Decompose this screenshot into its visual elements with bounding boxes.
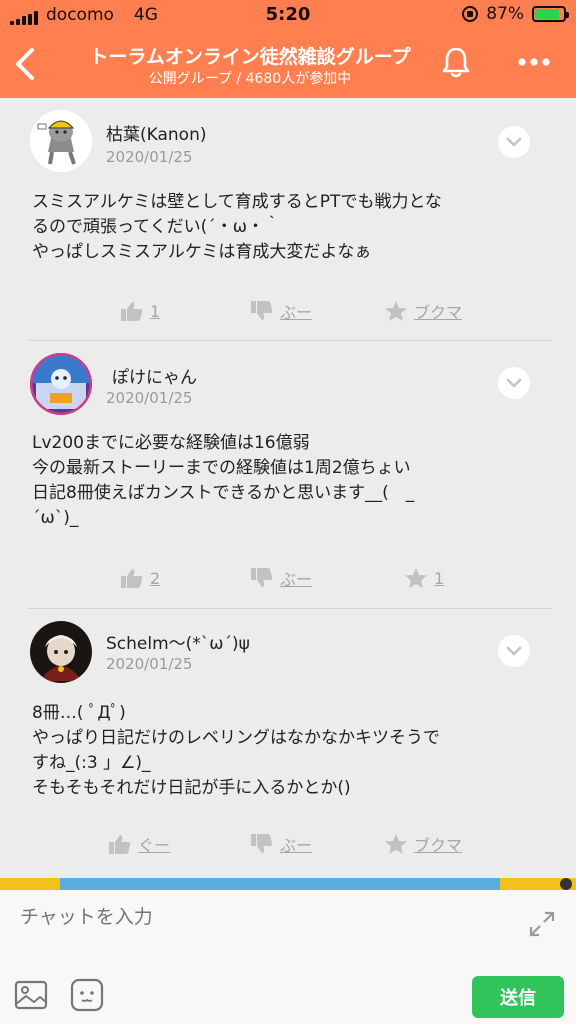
ad-banner[interactable] [0,878,576,890]
thumbs-up-icon [121,302,143,321]
post-line: やっぱしスミスアルケミは育成大変だよなぁ [32,242,372,262]
avatar[interactable] [30,110,92,172]
thumbs-up-icon [109,835,131,854]
post-line: すね_(:3 」∠)_ [32,753,151,773]
avatar[interactable] [30,353,92,415]
send-button[interactable]: 送信 [472,976,564,1018]
bookmark-button[interactable]: 1 [404,565,444,591]
thumbs-down-icon [251,301,273,320]
bookmark-button[interactable]: ブクマ [384,831,462,857]
like-button[interactable]: 2 [120,565,160,591]
like-count: 1 [150,301,161,321]
post-line: Lv200までに必要な経験値は16億弱 [32,433,310,453]
character-avatar-image [30,621,92,683]
back-icon[interactable] [10,44,40,84]
post-line: スミスアルケミは壁として育成するとPTでも戦力とな [32,192,442,212]
post-date: 2020/01/25 [106,655,193,673]
battery-level [535,9,560,19]
dislike-button[interactable]: ぶー [250,298,312,324]
author-name[interactable]: ぽけにゃん [112,363,197,388]
header: docomo 4G 5:20 87% トーラムオンライン徒然雑談グループ 公開グ… [0,0,576,98]
avatar[interactable] [30,621,92,683]
group-subtitle: 公開グループ / 4680人が参加中 [148,71,352,87]
like-count: 2 [150,568,161,588]
chevron-down-icon [506,137,522,147]
sticker-icon[interactable] [70,978,104,1012]
image-icon[interactable] [14,980,48,1010]
dislike-label: ぶー [280,570,313,589]
dislike-button[interactable]: ぶー [250,565,312,591]
post-line: 日記8冊使えばカンストできるかと思います__( _ [32,483,415,503]
post-actions: ぐー ぶー ブクマ [0,831,576,857]
post-body: 8冊…( ﾟДﾟ) やっぱり日記だけのレベリングはなかなかキツそうで すね_(:… [32,701,552,801]
chevron-down-icon [506,378,522,388]
post-line: 8冊…( ﾟДﾟ) [32,703,126,723]
message-feed[interactable]: 枯葉(Kanon) 2020/01/25 スミスアルケミは壁として育成するとPT… [0,98,576,878]
post-menu-button[interactable] [498,126,530,158]
like-button[interactable]: 1 [120,298,160,324]
star-icon [385,834,407,854]
star-icon [405,568,427,588]
post-line: るので頑張ってくだい(´・ω・｀ [32,217,282,237]
post-item: ぽけにゃん 2020/01/25 Lv200までに必要な経験値は16億弱 今の最… [0,341,576,607]
group-title: トーラムオンライン徒然雑談グループ [89,46,411,68]
post-body: スミスアルケミは壁として育成するとPTでも戦力とな るので頑張ってくだい(´・ω… [32,190,552,265]
bookmark-label: ブクマ [414,303,463,322]
chevron-down-icon [506,646,522,656]
ad-close-icon[interactable] [560,878,572,890]
post-actions: 2 ぶー 1 [0,565,576,591]
star-icon [385,301,407,321]
battery-percent: 87% [486,4,524,24]
post-line: 今の最新ストーリーまでの経験値は1周2億ちょい [32,458,411,478]
thumbs-down-icon [251,568,273,587]
author-name[interactable]: Schelm〜(*`ω´)ψ [106,629,250,654]
post-item: 枯葉(Kanon) 2020/01/25 スミスアルケミは壁として育成するとPT… [0,98,576,340]
post-line: やっぱり日記だけのレベリングはなかなかキツそうで [32,728,440,748]
post-menu-button[interactable] [498,367,530,399]
app-screen: docomo 4G 5:20 87% トーラムオンライン徒然雑談グループ 公開グ… [0,0,576,1024]
bookmark-button[interactable]: ブクマ [384,298,462,324]
status-right: 87% [462,4,569,24]
like-label: ぐー [138,836,171,855]
bell-icon[interactable] [438,44,474,80]
dislike-button[interactable]: ぶー [250,831,312,857]
thumbs-up-icon [121,569,143,588]
cat-avatar-image [30,110,92,172]
orientation-lock-icon [462,6,479,22]
chat-composer: 送信 [0,890,576,1024]
game-avatar-image [30,353,92,415]
post-actions: 1 ぶー ブクマ [0,298,576,324]
post-body: Lv200までに必要な経験値は16億弱 今の最新ストーリーまでの経験値は1周2億… [32,431,552,531]
post-date: 2020/01/25 [106,389,193,407]
status-bar: docomo 4G 5:20 87% [0,0,576,30]
expand-icon[interactable] [528,910,556,938]
author-name[interactable]: 枯葉(Kanon) [106,120,206,145]
bookmark-label: ブクマ [414,836,463,855]
battery-icon [532,6,569,22]
post-menu-button[interactable] [498,635,530,667]
post-date: 2020/01/25 [106,148,193,166]
like-button[interactable]: ぐー [108,831,170,857]
bookmark-count: 1 [434,568,445,588]
post-line: そもそもそれだけ日記が手に入るかとか() [32,778,351,798]
post-item: Schelm〜(*`ω´)ψ 2020/01/25 8冊…( ﾟДﾟ) やっぱり… [0,609,576,878]
thumbs-down-icon [251,834,273,853]
post-line: ´ω`)_ [32,508,79,528]
chat-input[interactable] [20,902,500,932]
dislike-label: ぶー [280,303,313,322]
dislike-label: ぶー [280,836,313,855]
more-icon[interactable] [514,52,554,72]
